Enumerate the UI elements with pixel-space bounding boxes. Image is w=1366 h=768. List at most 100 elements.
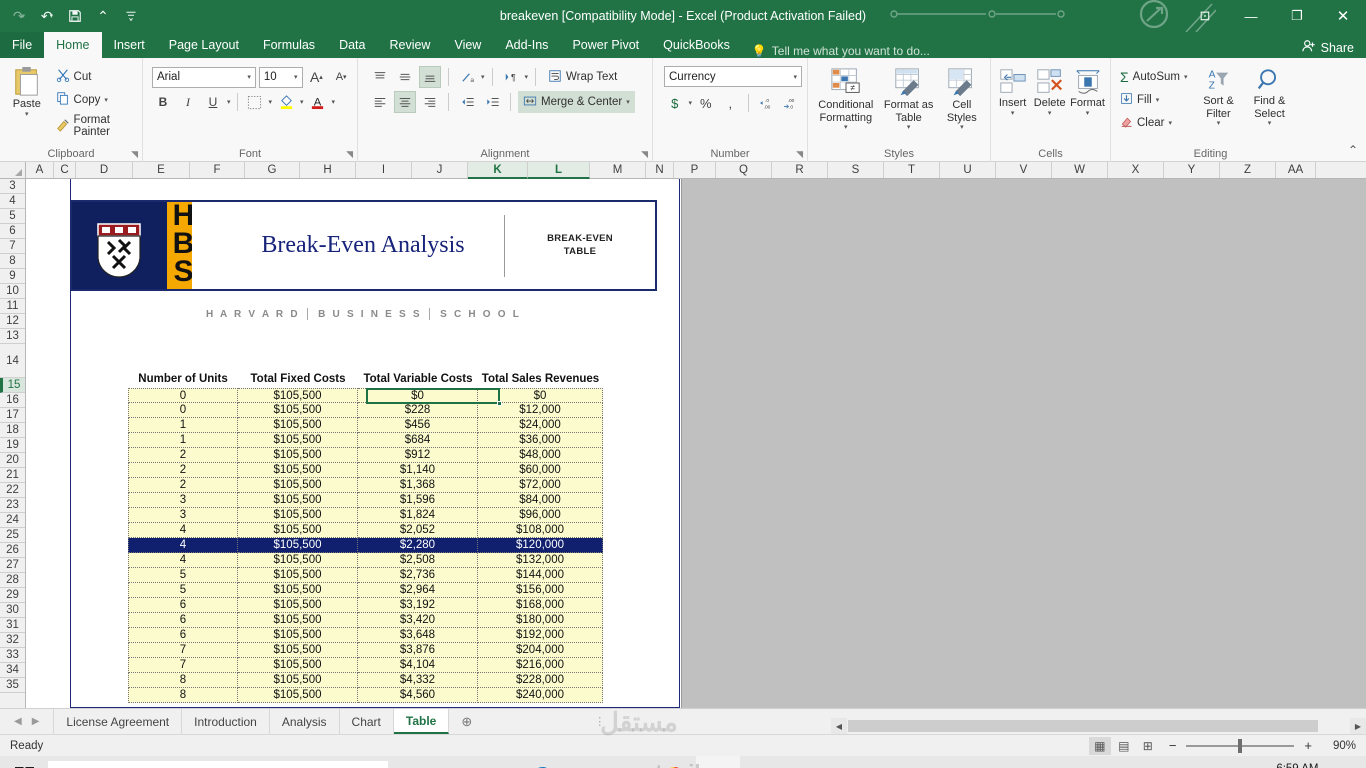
table-cell-variable[interactable]: $2,508 bbox=[358, 553, 478, 568]
table-cell-variable[interactable]: $3,192 bbox=[358, 598, 478, 613]
table-cell-units[interactable]: 2 bbox=[128, 463, 238, 478]
tell-me-search[interactable]: 💡 Tell me what you want to do... bbox=[742, 44, 930, 58]
row-header-3[interactable]: 3 bbox=[0, 179, 25, 194]
table-cell-variable[interactable]: $4,560 bbox=[358, 688, 478, 703]
table-cell-fixed[interactable]: $105,500 bbox=[238, 523, 358, 538]
table-cell-units[interactable]: 1 bbox=[128, 418, 238, 433]
table-cell-variable[interactable]: $0 bbox=[358, 388, 478, 403]
row-header-17[interactable]: 17 bbox=[0, 408, 25, 423]
table-cell-revenue[interactable]: $204,000 bbox=[478, 643, 603, 658]
table-cell-units[interactable]: 1 bbox=[128, 433, 238, 448]
table-row[interactable]: 2 $105,500 $1,368 $72,000 bbox=[128, 478, 603, 493]
column-header-M[interactable]: M bbox=[590, 162, 646, 178]
zoom-in-button[interactable]: + bbox=[1300, 738, 1316, 753]
table-cell-revenue[interactable]: $108,000 bbox=[478, 523, 603, 538]
save-icon[interactable] bbox=[62, 4, 88, 28]
table-row[interactable]: 7 $105,500 $4,104 $216,000 bbox=[128, 658, 603, 673]
cortana-icon[interactable] bbox=[388, 756, 432, 768]
accounting-format-button[interactable]: $ bbox=[664, 92, 686, 114]
table-cell-units[interactable]: 6 bbox=[128, 628, 238, 643]
status-right-group[interactable]: ▦ ▤ ⊞ − + 90% bbox=[1088, 736, 1366, 755]
font-color-caret-icon[interactable]: ▾ bbox=[332, 98, 336, 106]
restore-button[interactable]: ❐ bbox=[1274, 0, 1320, 32]
align-left-button[interactable] bbox=[369, 91, 391, 113]
table-cell-variable[interactable]: $1,596 bbox=[358, 493, 478, 508]
table-cell-revenue[interactable]: $180,000 bbox=[478, 613, 603, 628]
table-cell-fixed[interactable]: $105,500 bbox=[238, 688, 358, 703]
conditional-formatting-caret-icon[interactable]: ▾ bbox=[844, 124, 848, 132]
table-cell-fixed[interactable]: $105,500 bbox=[238, 643, 358, 658]
row-header-18[interactable]: 18 bbox=[0, 423, 25, 438]
italic-button[interactable]: I bbox=[177, 91, 199, 113]
table-cell-units[interactable]: 4 bbox=[128, 553, 238, 568]
fill-button[interactable]: Fill ▾ bbox=[1116, 90, 1191, 110]
column-header-Z[interactable]: Z bbox=[1220, 162, 1276, 178]
font-size-select[interactable]: 10 ▾ bbox=[258, 66, 303, 88]
redo-icon[interactable]: ↷ ▾ bbox=[6, 4, 32, 28]
window-controls[interactable]: ⊡ — ❐ ✕ bbox=[1182, 0, 1366, 32]
taskbar-search-input[interactable]: Type here to search bbox=[48, 761, 388, 768]
row-header-22[interactable]: 22 bbox=[0, 483, 25, 498]
table-cell-revenue[interactable]: $168,000 bbox=[478, 598, 603, 613]
alignment-dialog-launcher-icon[interactable]: ◥ bbox=[641, 149, 648, 160]
font-dialog-launcher-icon[interactable]: ◥ bbox=[346, 149, 353, 160]
row-header-25[interactable]: 25 bbox=[0, 528, 25, 543]
column-header-L[interactable]: L bbox=[528, 162, 590, 179]
table-row[interactable]: 1 $105,500 $684 $36,000 bbox=[128, 433, 603, 448]
column-header-X[interactable]: X bbox=[1108, 162, 1164, 178]
table-cell-variable[interactable]: $1,368 bbox=[358, 478, 478, 493]
table-row[interactable]: 6 $105,500 $3,192 $168,000 bbox=[128, 598, 603, 613]
sheet-tab-analysis[interactable]: Analysis bbox=[270, 709, 340, 734]
notification-center-icon[interactable]: 14 bbox=[1332, 756, 1360, 768]
table-cell-revenue[interactable]: $60,000 bbox=[478, 463, 603, 478]
table-cell-variable[interactable]: $1,140 bbox=[358, 463, 478, 478]
table-cell-variable[interactable]: $4,104 bbox=[358, 658, 478, 673]
table-cell-fixed[interactable]: $105,500 bbox=[238, 568, 358, 583]
ribbon-tab-view[interactable]: View bbox=[442, 32, 493, 58]
table-cell-fixed[interactable]: $105,500 bbox=[238, 478, 358, 493]
row-header-30[interactable]: 30 bbox=[0, 603, 25, 618]
table-cell-variable[interactable]: $4,332 bbox=[358, 673, 478, 688]
table-cell-fixed[interactable]: $105,500 bbox=[238, 433, 358, 448]
table-cell-units[interactable]: 3 bbox=[128, 493, 238, 508]
table-cell-revenue[interactable]: $240,000 bbox=[478, 688, 603, 703]
ribbon-tab-quickbooks[interactable]: QuickBooks bbox=[651, 32, 742, 58]
row-header-9[interactable]: 9 bbox=[0, 269, 25, 284]
undo-icon[interactable]: ↶ ▾ bbox=[34, 4, 60, 28]
table-cell-revenue[interactable]: $144,000 bbox=[478, 568, 603, 583]
column-header-C[interactable]: C bbox=[54, 162, 76, 178]
conditional-formatting-button[interactable]: ≠ Conditional Formatting ▾ bbox=[813, 65, 879, 132]
column-header-D[interactable]: D bbox=[76, 162, 133, 178]
fill-color-caret-icon[interactable]: ▾ bbox=[300, 98, 304, 106]
ribbon-tab-bar[interactable]: File Home Insert Page Layout Formulas Data Rev… bbox=[0, 32, 1366, 58]
ribbon-tab-page-layout[interactable]: Page Layout bbox=[157, 32, 251, 58]
add-sheet-button[interactable]: ⊕ bbox=[449, 714, 484, 730]
table-cell-revenue[interactable]: $72,000 bbox=[478, 478, 603, 493]
column-header-E[interactable]: E bbox=[133, 162, 190, 178]
table-row[interactable]: 4 $105,500 $2,052 $108,000 bbox=[128, 523, 603, 538]
row-header-21[interactable]: 21 bbox=[0, 468, 25, 483]
row-header-19[interactable]: 19 bbox=[0, 438, 25, 453]
row-header-32[interactable]: 32 bbox=[0, 633, 25, 648]
tab-split-handle[interactable]: ⋮ bbox=[484, 715, 605, 728]
column-header-J[interactable]: J bbox=[412, 162, 468, 178]
font-color-button[interactable]: A bbox=[307, 91, 329, 113]
row-header-8[interactable]: 8 bbox=[0, 254, 25, 269]
column-header-R[interactable]: R bbox=[772, 162, 828, 178]
table-cell-units[interactable]: 6 bbox=[128, 598, 238, 613]
excel-icon[interactable]: X bbox=[696, 756, 740, 768]
table-cell-units[interactable]: 2 bbox=[128, 478, 238, 493]
column-header-AA[interactable]: AA bbox=[1276, 162, 1316, 178]
system-tray[interactable]: 16°C مشمس غالبًا ⌃ ENG 6:59 AM 2/13/2023… bbox=[1005, 756, 1366, 768]
row-header-6[interactable]: 6 bbox=[0, 224, 25, 239]
column-header-P[interactable]: P bbox=[674, 162, 716, 178]
select-all-corner[interactable] bbox=[0, 162, 26, 178]
table-row[interactable]: 8 $105,500 $4,332 $228,000 bbox=[128, 673, 603, 688]
clear-button[interactable]: Clear ▾ bbox=[1116, 113, 1191, 133]
ribbon-display-icon[interactable]: ⌃ bbox=[90, 4, 116, 28]
table-cell-variable[interactable]: $3,420 bbox=[358, 613, 478, 628]
table-cell-units[interactable]: 4 bbox=[128, 523, 238, 538]
number-dialog-launcher-icon[interactable]: ◥ bbox=[796, 149, 803, 160]
table-cell-units[interactable]: 5 bbox=[128, 583, 238, 598]
row-header-20[interactable]: 20 bbox=[0, 453, 25, 468]
